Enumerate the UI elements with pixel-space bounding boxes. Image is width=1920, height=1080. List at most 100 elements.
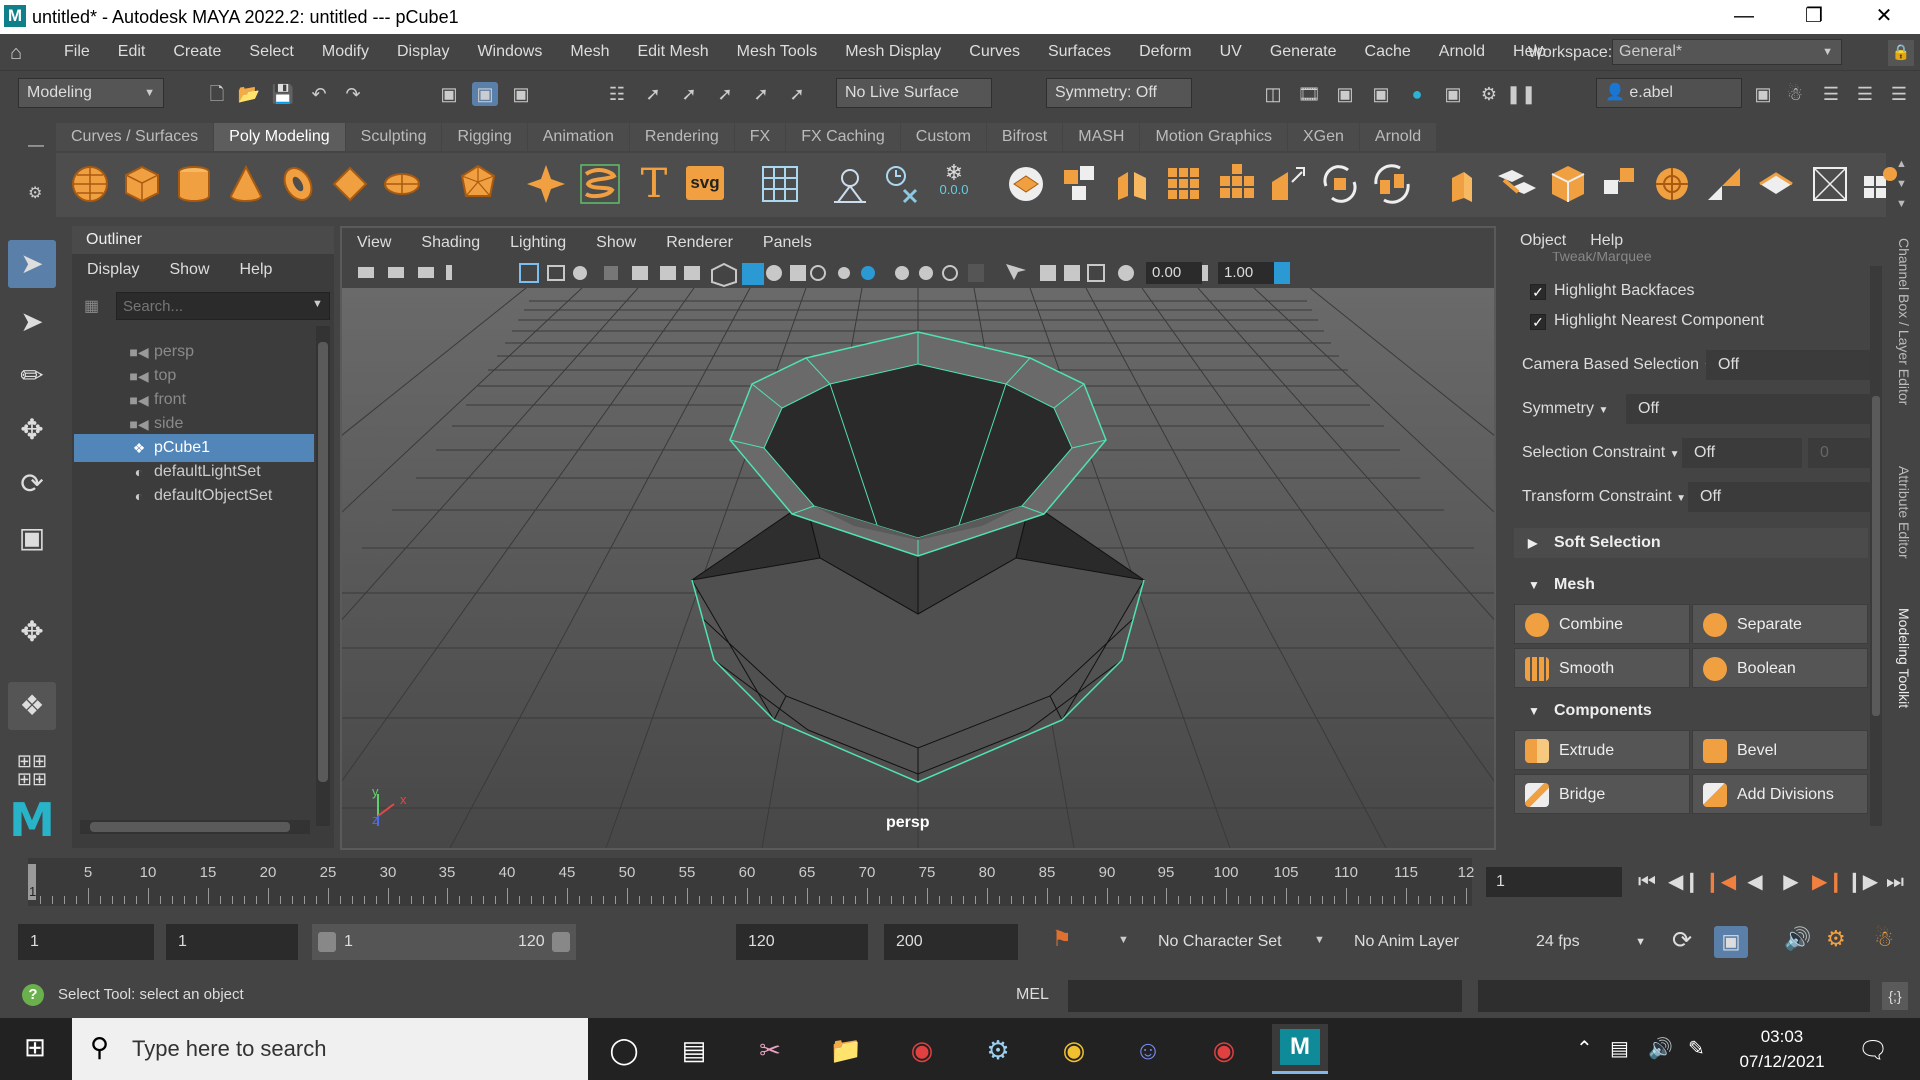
maya-taskbar-icon[interactable]: M	[1272, 1024, 1328, 1074]
mesh-section[interactable]: ▼ Mesh	[1514, 570, 1868, 600]
menu-edit[interactable]: Edit	[104, 34, 160, 70]
shelf-settings-icon[interactable]: ⚙	[28, 183, 42, 203]
range-start-handle[interactable]	[318, 932, 336, 952]
snap-grid-icon[interactable]: ☷	[604, 82, 630, 106]
outliner-vertical-scrollbar[interactable]	[316, 326, 330, 826]
sweep-mesh-icon[interactable]	[578, 162, 622, 206]
range-end-handle[interactable]	[552, 932, 570, 952]
redo-icon[interactable]: ↷	[340, 82, 366, 106]
command-input[interactable]	[1068, 980, 1462, 1012]
combine-button[interactable]: Combine	[1514, 604, 1690, 644]
playback-start-field[interactable]: 1	[166, 924, 298, 960]
menu-uv[interactable]: UV	[1206, 34, 1256, 70]
windows-start-icon[interactable]: ⊞	[14, 1032, 56, 1066]
freeze-transform-icon[interactable]: ❄ 0.0.0	[932, 162, 976, 206]
show-hidden-icons-icon[interactable]: ⌃	[1576, 1036, 1593, 1061]
rotate-tool-icon[interactable]: ⟳	[8, 460, 56, 508]
shelf-tab-rigging[interactable]: Rigging	[442, 123, 527, 151]
select-component-icon[interactable]: ▣	[508, 82, 534, 106]
fps-dropdown[interactable]: 24 fps ▼	[1524, 924, 1654, 960]
ipr-render-icon[interactable]: ▣	[1332, 82, 1358, 106]
svg-tool-icon[interactable]: svg	[686, 166, 724, 200]
shelf-tab-custom[interactable]: Custom	[900, 123, 986, 151]
poly-cylinder-icon[interactable]	[172, 162, 216, 206]
attribute-editor-icon[interactable]: ☰	[1818, 82, 1844, 106]
viewport-menu-lighting[interactable]: Lighting	[495, 228, 581, 258]
shelf-tab-mash[interactable]: MASH	[1063, 123, 1140, 151]
snap-curve-icon[interactable]: ➚	[640, 82, 666, 106]
character-set-field[interactable]: No Character Set	[1146, 924, 1296, 960]
chevron-down-icon[interactable]: ▼	[312, 298, 323, 310]
shelf-tab-animation[interactable]: Animation	[527, 123, 629, 151]
bevel-icon[interactable]	[1546, 162, 1590, 206]
menu-mesh[interactable]: Mesh	[556, 34, 623, 70]
go-to-start-icon[interactable]: ⏮	[1632, 869, 1662, 895]
pen-icon[interactable]: ✎	[1688, 1036, 1705, 1061]
attribute-editor-tab[interactable]: Attribute Editor	[1896, 466, 1912, 559]
open-scene-icon[interactable]: 📂	[236, 82, 262, 106]
paint-selection-tool-icon[interactable]: ✏	[8, 352, 56, 400]
step-back-frame-icon[interactable]: ◀❙	[1668, 869, 1700, 895]
delete-history-icon[interactable]	[880, 162, 924, 206]
menu-file[interactable]: File	[50, 34, 104, 70]
append-polygon-icon[interactable]	[1598, 162, 1642, 206]
menu-windows[interactable]: Windows	[463, 34, 556, 70]
tweak-marquee-option[interactable]: Tweak/Marquee	[1532, 252, 1652, 264]
viewport-menu-view[interactable]: View	[342, 228, 406, 258]
modeling-toolkit-icon[interactable]: ▣	[1750, 82, 1776, 106]
scale-tool-icon[interactable]: ▣	[8, 514, 56, 562]
render-view-icon[interactable]: ▣	[1368, 82, 1394, 106]
chrome-icon[interactable]: ◉	[1052, 1028, 1096, 1072]
step-forward-key-icon[interactable]: ▶❙	[1812, 869, 1844, 895]
menuset-dropdown[interactable]: Modeling ▼	[18, 78, 164, 108]
extract-icon[interactable]	[1110, 162, 1154, 206]
davinci-resolve-icon[interactable]: ◉	[900, 1028, 944, 1072]
auto-key-icon[interactable]: ⚑	[1052, 926, 1072, 952]
smooth-button[interactable]: Smooth	[1514, 648, 1690, 688]
clean-up-icon[interactable]	[1318, 162, 1362, 206]
poly-plane-icon[interactable]	[328, 162, 372, 206]
volume-icon[interactable]: 🔊	[1648, 1036, 1673, 1061]
save-scene-icon[interactable]: 💾	[270, 82, 296, 106]
outliner-search-input[interactable]	[116, 292, 330, 320]
outliner-menu-display[interactable]: Display	[72, 258, 154, 282]
mirror-icon[interactable]	[1266, 162, 1310, 206]
soft-selection-section[interactable]: ▶ Soft Selection	[1514, 528, 1868, 558]
menu-curves[interactable]: Curves	[955, 34, 1034, 70]
collapse-icon[interactable]	[1808, 162, 1852, 206]
animation-start-field[interactable]: 1	[18, 924, 154, 960]
layout-quad-icon[interactable]: ⊞⊞ ⊞⊞	[8, 746, 56, 794]
select-hierarchy-icon[interactable]: ▣	[436, 82, 462, 106]
symmetry-field[interactable]: Symmetry: Off	[1046, 78, 1192, 108]
shelf-tab-motion-graphics[interactable]: Motion Graphics	[1140, 123, 1287, 151]
extrude-icon[interactable]	[1440, 162, 1484, 206]
bevel-button[interactable]: Bevel	[1692, 730, 1868, 770]
gamma-field[interactable]: 1.00	[1218, 262, 1274, 284]
outliner-menu-help[interactable]: Help	[225, 258, 288, 282]
shelf-tab-arnold[interactable]: Arnold	[1359, 123, 1437, 151]
animation-preferences-icon[interactable]: ⚙	[1826, 926, 1846, 952]
last-tool-icon[interactable]: ✥	[8, 608, 56, 656]
poly-torus-icon[interactable]	[276, 162, 320, 206]
script-language-toggle[interactable]: MEL	[1016, 986, 1049, 1004]
shelf-tab-poly-modeling[interactable]: Poly Modeling	[214, 123, 345, 151]
symmetry-option[interactable]: Symmetry ▼ Off	[1522, 394, 1876, 424]
snap-magnet-icon[interactable]: ➚	[784, 82, 810, 106]
multi-cut-icon[interactable]	[1650, 162, 1694, 206]
uv-editor-icon[interactable]	[758, 162, 802, 206]
pause-icon[interactable]: ❚❚	[1506, 82, 1536, 106]
anim-layer-field[interactable]: No Anim Layer	[1342, 924, 1492, 960]
separate-button[interactable]: Separate	[1692, 604, 1868, 644]
select-tool-icon[interactable]: ➤	[8, 240, 56, 288]
go-to-end-icon[interactable]: ⏭	[1880, 869, 1910, 895]
viewport-menu-shading[interactable]: Shading	[406, 228, 495, 258]
selection-constraint-option[interactable]: Selection Constraint ▼ Off 0	[1522, 438, 1876, 468]
snap-surface-icon[interactable]: ➚	[748, 82, 774, 106]
viewport-menu-show[interactable]: Show	[581, 228, 651, 258]
taskbar-clock[interactable]: 03:03 07/12/2021	[1714, 1024, 1850, 1074]
range-slider[interactable]: 1 120	[312, 924, 576, 960]
combine-icon[interactable]	[1004, 162, 1048, 206]
menu-generate[interactable]: Generate	[1256, 34, 1351, 70]
outliner-menu-show[interactable]: Show	[154, 258, 224, 282]
reduce-icon[interactable]	[1214, 162, 1258, 206]
